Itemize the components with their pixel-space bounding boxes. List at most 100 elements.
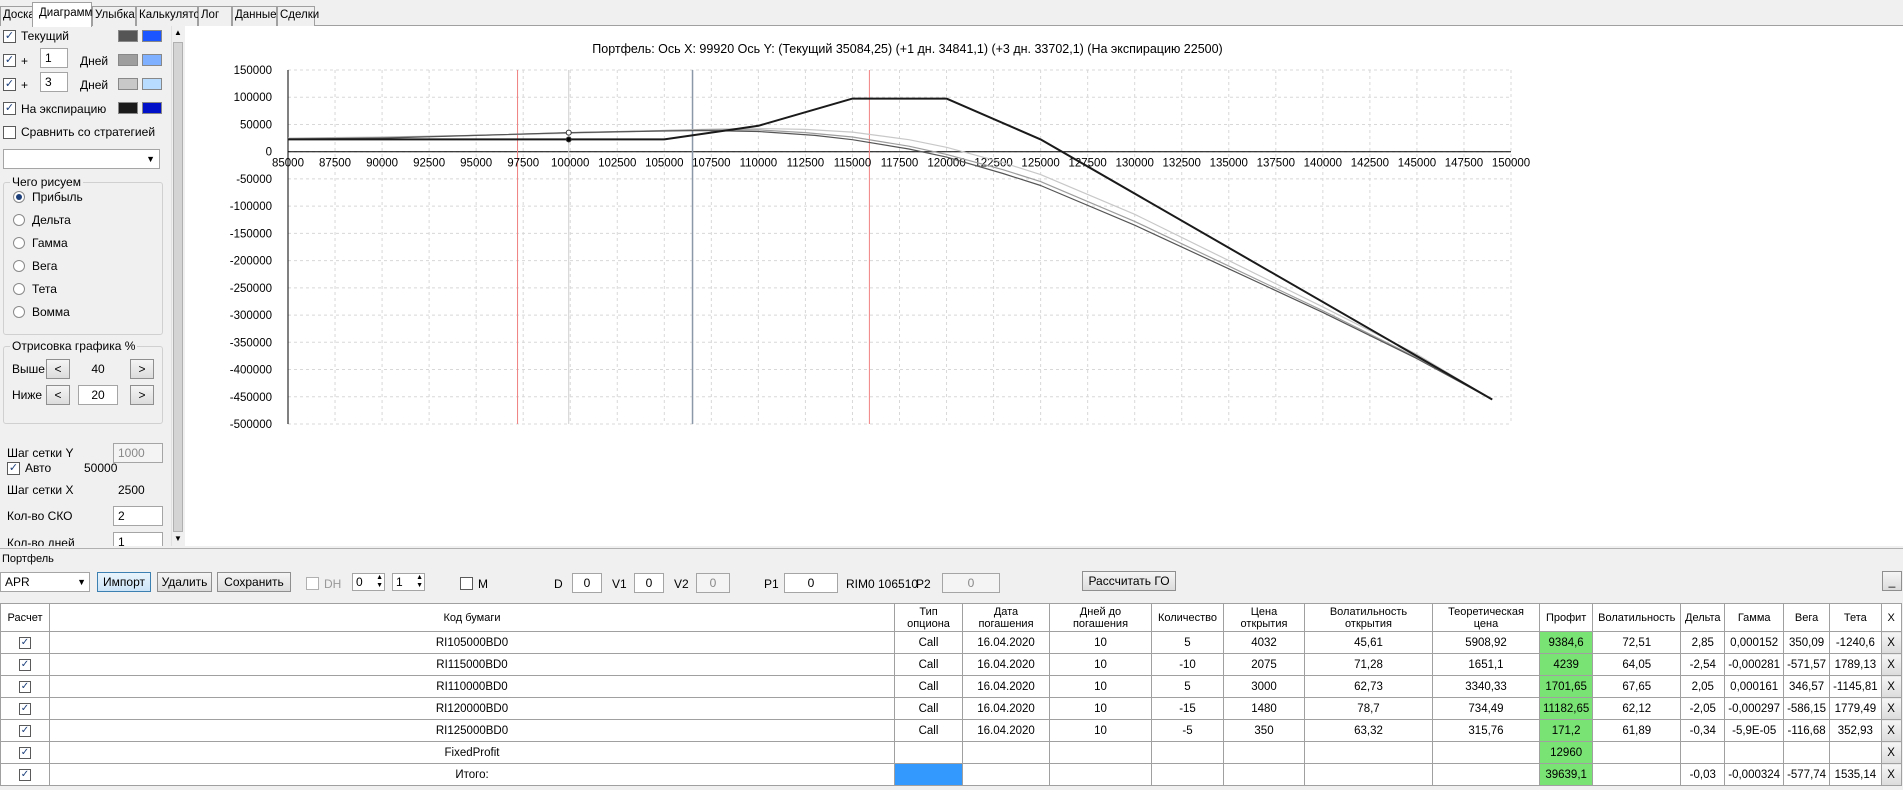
x-tick-label: 100000 [551, 158, 589, 170]
import-button[interactable]: Импорт [97, 572, 151, 592]
days-input[interactable]: 1 [113, 532, 163, 546]
p1-input[interactable]: 0 [784, 573, 838, 593]
auto-checkbox[interactable]: ✓ [7, 462, 20, 475]
column-header[interactable]: X [1880, 603, 1902, 632]
calc-checkbox[interactable]: ✓ [19, 659, 31, 671]
v1-input[interactable]: 0 [634, 573, 664, 593]
compare-checkbox[interactable] [3, 126, 16, 139]
tab-log[interactable]: Лог [198, 6, 232, 26]
below-decrease-button[interactable]: < [46, 385, 70, 405]
scroll-down-icon[interactable]: ▼ [174, 534, 182, 543]
plus1-color-1[interactable] [118, 54, 138, 66]
p2-input[interactable]: 0 [942, 573, 1000, 593]
tab-data[interactable]: Данные [232, 6, 277, 26]
settings-scrollbar[interactable]: ▲ ▼ [171, 26, 183, 546]
plus1-color-2[interactable] [142, 54, 162, 66]
calc-checkbox[interactable]: ✓ [19, 725, 31, 737]
column-header[interactable]: Волатильность [1592, 603, 1682, 632]
column-header[interactable]: Тип опциона [894, 603, 963, 632]
series-select[interactable]: APR ▼ [0, 572, 90, 592]
plus1-days-input[interactable]: 1 [40, 48, 68, 68]
tab-deals[interactable]: Сделки [277, 6, 319, 26]
minimize-button[interactable]: _ [1882, 571, 1902, 591]
dh-spinner-2[interactable]: 1 ▲ ▼ [392, 573, 425, 591]
draw-option-radio-1[interactable] [13, 214, 25, 226]
m-checkbox[interactable] [460, 577, 473, 590]
column-header[interactable]: Гамма [1724, 603, 1785, 632]
tab-calculator[interactable]: Калькулятор [136, 6, 206, 26]
below-value[interactable]: 20 [78, 385, 118, 405]
below-increase-button[interactable]: > [130, 385, 154, 405]
remove-row-button[interactable]: X [1880, 697, 1902, 720]
plus3-color-2[interactable] [142, 78, 162, 90]
expiry-color-1[interactable] [118, 102, 138, 114]
calc-checkbox[interactable]: ✓ [19, 769, 31, 781]
table-row[interactable]: ✓ RI115000BD0 Call 16.04.2020 10 -10 2075 71,28… [0, 653, 1902, 676]
delete-button[interactable]: Удалить [157, 572, 212, 592]
plus3-days-input[interactable]: 3 [40, 72, 68, 92]
sko-input[interactable]: 2 [113, 506, 163, 526]
strategy-select[interactable]: ▼ [3, 149, 160, 169]
column-header[interactable]: Код бумаги [49, 603, 895, 632]
column-header[interactable]: Тета [1829, 603, 1882, 632]
column-header[interactable]: Вега [1783, 603, 1831, 632]
dh-checkbox[interactable] [306, 577, 319, 590]
d-input[interactable]: 0 [572, 573, 602, 593]
remove-row-button[interactable]: X [1880, 653, 1902, 676]
draw-option-radio-4[interactable] [13, 283, 25, 295]
plus3-checkbox[interactable]: ✓ [3, 78, 16, 91]
calc-checkbox[interactable]: ✓ [19, 637, 31, 649]
plus3-color-1[interactable] [118, 78, 138, 90]
plus1-checkbox[interactable]: ✓ [3, 54, 16, 67]
draw-option-radio-0[interactable] [13, 191, 25, 203]
expiry-checkbox[interactable]: ✓ [3, 102, 16, 115]
save-button[interactable]: Сохранить [217, 572, 291, 592]
tab-smile[interactable]: Улыбка [92, 6, 136, 26]
expiry-color-2[interactable] [142, 102, 162, 114]
current-checkbox[interactable]: ✓ [3, 30, 16, 43]
scroll-up-icon[interactable]: ▲ [174, 28, 182, 37]
draw-option-radio-3[interactable] [13, 260, 25, 272]
remove-row-button[interactable]: X [1880, 741, 1902, 764]
table-row[interactable]: ✓ RI125000BD0 Call 16.04.2020 10 -5 350 63,32 31… [0, 719, 1902, 742]
current-color-1[interactable] [118, 30, 138, 42]
draw-option-radio-2[interactable] [13, 237, 25, 249]
total-row[interactable]: ✓ Итого: 39639,1 -0,03 -0,000324 -577,74 1535,… [0, 763, 1902, 786]
column-header[interactable]: Расчет [0, 603, 50, 632]
column-header[interactable]: Дней до погашения [1049, 603, 1152, 632]
above-decrease-button[interactable]: < [46, 359, 70, 379]
above-value[interactable]: 40 [78, 359, 118, 379]
dh-spinner-1[interactable]: 0 ▲ ▼ [352, 573, 385, 591]
spinner-arrows-icon[interactable]: ▲ ▼ [376, 574, 383, 590]
table-cell [1049, 741, 1152, 764]
grid-x-input[interactable]: 2500 [113, 480, 163, 500]
scroll-thumb[interactable] [173, 42, 183, 532]
remove-row-button[interactable]: X [1880, 763, 1902, 786]
column-header[interactable]: Цена открытия [1223, 603, 1305, 632]
table-row[interactable]: ✓ RI110000BD0 Call 16.04.2020 10 5 3000 62,73 33… [0, 675, 1902, 698]
calculate-go-button[interactable]: Рассчитать ГО [1082, 571, 1176, 591]
column-header[interactable]: Профит [1538, 603, 1594, 632]
tab-diagram[interactable]: Диаграмма [32, 2, 99, 27]
calc-checkbox[interactable]: ✓ [19, 703, 31, 715]
column-header[interactable]: Волатильность открытия [1304, 603, 1433, 632]
calc-checkbox[interactable]: ✓ [19, 747, 31, 759]
grid-y-input[interactable]: 1000 [113, 443, 163, 463]
spinner-arrows-icon[interactable]: ▲ ▼ [416, 574, 423, 590]
v2-input[interactable]: 0 [696, 573, 730, 593]
calc-checkbox[interactable]: ✓ [19, 681, 31, 693]
current-color-2[interactable] [142, 30, 162, 42]
above-increase-button[interactable]: > [130, 359, 154, 379]
remove-row-button[interactable]: X [1880, 631, 1902, 654]
column-header[interactable]: Дата погашения [962, 603, 1050, 632]
table-row[interactable]: ✓ RI120000BD0 Call 16.04.2020 10 -15 1480 78,7 7… [0, 697, 1902, 720]
column-header[interactable]: Теоретическая цена [1432, 603, 1540, 632]
tab-board[interactable]: Доска [0, 6, 35, 26]
remove-row-button[interactable]: X [1880, 719, 1902, 742]
column-header[interactable]: Количество [1151, 603, 1224, 632]
column-header[interactable]: Дельта [1680, 603, 1726, 632]
remove-row-button[interactable]: X [1880, 675, 1902, 698]
table-row[interactable]: ✓ RI105000BD0 Call 16.04.2020 10 5 4032 45,61 59… [0, 631, 1902, 654]
draw-option-radio-5[interactable] [13, 306, 25, 318]
fixed-profit-row[interactable]: ✓ FixedProfit 12960 X [0, 741, 1902, 764]
